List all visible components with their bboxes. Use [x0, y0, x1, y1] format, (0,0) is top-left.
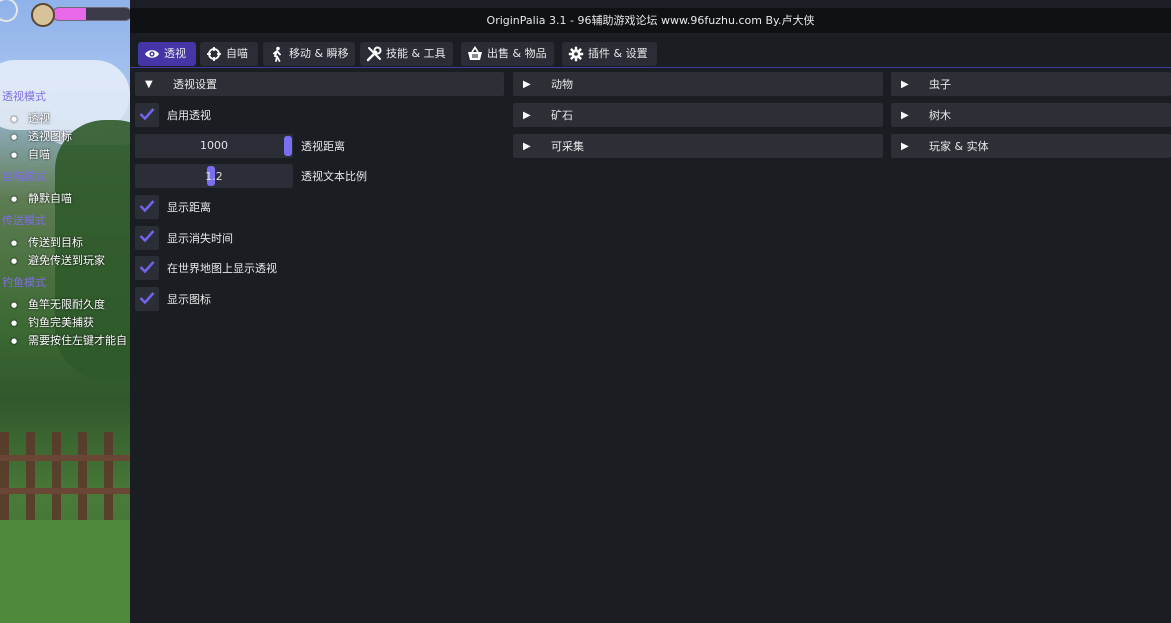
tab-label: 透视 — [164, 47, 186, 60]
tab-label: 自喵 — [226, 47, 248, 60]
overlay-item: 传送到目标 — [11, 234, 130, 252]
fence-rail — [0, 488, 130, 494]
checkmark-icon — [139, 229, 155, 246]
overlay-category-title: 传送模式 — [2, 214, 46, 227]
checkmark-icon — [139, 107, 155, 124]
esp-distance-slider[interactable]: 1000 — [135, 133, 293, 158]
enable-esp-checkbox[interactable] — [135, 103, 159, 127]
header-label: 虫子 — [929, 78, 951, 91]
tab-label: 出售 & 物品 — [487, 47, 547, 60]
overlay-item: 透视 — [11, 110, 130, 128]
menu-window: OriginPalia 3.1 - 96辅助游戏论坛 www.96fuzhu.c… — [130, 8, 1171, 623]
collapse-arrow-icon: ▶ — [901, 109, 909, 121]
header-label: 动物 — [551, 78, 573, 91]
enable-esp-label: 启用透视 — [167, 109, 211, 122]
overlay-item: 静默自喵 — [11, 190, 130, 208]
header-label: 可采集 — [551, 140, 584, 153]
overlay-list: 透视 透视图标 自喵 — [0, 110, 130, 164]
esp-distance-row: 1000 透视距离 — [135, 133, 504, 158]
tab-label: 移动 & 瞬移 — [289, 47, 349, 60]
tab-esp[interactable]: 透视 — [138, 42, 196, 66]
forageables-header[interactable]: ▶ 可采集 — [513, 134, 883, 158]
overlay-item: 自喵 — [11, 146, 130, 164]
checkmark-icon — [139, 260, 155, 277]
expand-arrow-icon: ▼ — [145, 78, 153, 90]
column-2: ▶ 动物 ▶ 矿石 ▶ 可采集 — [513, 72, 883, 165]
collapse-arrow-icon: ▶ — [523, 78, 531, 90]
players-entities-header[interactable]: ▶ 玩家 & 实体 — [891, 134, 1171, 158]
overlay-category-title: 自喵模式 — [2, 170, 46, 183]
trees-header[interactable]: ▶ 树木 — [891, 103, 1171, 127]
show-distance-label: 显示距离 — [167, 201, 211, 215]
show-distance-checkbox[interactable] — [135, 195, 159, 220]
feature-overlay: 透视模式 透视 透视图标 自喵 自喵模式 静默自喵 传送模式 传送到目标 避免传… — [0, 86, 130, 354]
show-icons-label: 显示图标 — [167, 293, 211, 307]
overlay-item: 鱼竿无限耐久度 — [11, 296, 130, 314]
show-despawn-checkbox[interactable] — [135, 225, 159, 250]
grass — [0, 520, 130, 623]
tab-skills[interactable]: 技能 & 工具 — [360, 42, 453, 66]
esp-settings-header[interactable]: ▼ 透视设置 — [135, 72, 504, 96]
header-label: 树木 — [929, 109, 951, 122]
eye-icon — [144, 46, 160, 62]
overlay-list: 鱼竿无限耐久度 钓鱼完美捕获 需要按住左键才能自 — [0, 296, 130, 350]
animals-header[interactable]: ▶ 动物 — [513, 72, 883, 96]
enable-esp-row: 启用透视 — [135, 103, 504, 127]
column-3: ▶ 虫子 ▶ 树木 ▶ 玩家 & 实体 — [891, 72, 1171, 165]
show-distance-row: 显示距离 — [135, 195, 504, 220]
tab-label: 技能 & 工具 — [386, 47, 446, 60]
hud-progress-bar — [52, 7, 132, 21]
tab-movement[interactable]: 移动 & 瞬移 — [263, 42, 355, 66]
slider-value: 1.2 — [205, 169, 223, 183]
tab-settings[interactable]: 插件 & 设置 — [562, 42, 657, 66]
overlay-item: 透视图标 — [11, 128, 130, 146]
overlay-category-title: 透视模式 — [2, 90, 46, 103]
header-label: 透视设置 — [173, 78, 217, 91]
overlay-item: 需要按住左键才能自 — [11, 332, 130, 350]
slider-value: 1000 — [200, 139, 228, 153]
collapse-arrow-icon: ▶ — [523, 109, 531, 121]
tab-aimbot[interactable]: 自喵 — [200, 42, 258, 66]
collapse-arrow-icon: ▶ — [901, 78, 909, 90]
esp-text-scale-label: 透视文本比例 — [301, 170, 367, 184]
fence-rail — [0, 455, 130, 461]
esp-settings-panel: ▼ 透视设置 启用透视 1000 透视距离 1.2 透视文本比例 显示距离 显示… — [135, 72, 504, 318]
show-despawn-row: 显示消失时间 — [135, 225, 504, 250]
header-label: 玩家 & 实体 — [929, 140, 989, 153]
window-title[interactable]: OriginPalia 3.1 - 96辅助游戏论坛 www.96fuzhu.c… — [130, 8, 1171, 33]
walking-icon — [269, 46, 285, 62]
tab-sell[interactable]: 出售 & 物品 — [461, 42, 554, 66]
player-avatar — [31, 3, 55, 27]
crosshair-icon — [206, 46, 222, 62]
checkmark-icon — [139, 291, 155, 308]
collapse-arrow-icon: ▶ — [901, 140, 909, 152]
show-despawn-label: 显示消失时间 — [167, 231, 233, 245]
esp-distance-label: 透视距离 — [301, 139, 345, 153]
gear-icon — [568, 46, 584, 62]
hud-progress-fill — [53, 8, 86, 20]
slider-grab[interactable] — [284, 135, 292, 156]
bugs-header[interactable]: ▶ 虫子 — [891, 72, 1171, 96]
ores-header[interactable]: ▶ 矿石 — [513, 103, 883, 127]
show-icons-row: 显示图标 — [135, 287, 504, 312]
show-on-map-row: 在世界地图上显示透视 — [135, 256, 504, 281]
tools-icon — [366, 46, 382, 62]
show-icons-checkbox[interactable] — [135, 287, 159, 312]
fence — [0, 432, 130, 522]
overlay-category-title: 钓鱼模式 — [2, 276, 46, 289]
show-on-map-label: 在世界地图上显示透视 — [167, 262, 277, 276]
tab-bar: 透视 自喵 移动 & 瞬移 技能 & 工具 出售 & 物品 插件 & 设置 — [130, 41, 1171, 68]
tab-label: 插件 & 设置 — [588, 47, 648, 60]
overlay-list: 传送到目标 避免传送到玩家 — [0, 234, 130, 270]
esp-text-scale-row: 1.2 透视文本比例 — [135, 164, 504, 189]
overlay-item: 避免传送到玩家 — [11, 252, 130, 270]
esp-text-scale-slider[interactable]: 1.2 — [135, 164, 293, 189]
checkmark-icon — [139, 199, 155, 216]
overlay-list: 静默自喵 — [0, 190, 130, 208]
basket-icon — [467, 46, 483, 62]
show-on-map-checkbox[interactable] — [135, 256, 159, 281]
collapse-arrow-icon: ▶ — [523, 140, 531, 152]
overlay-item: 钓鱼完美捕获 — [11, 314, 130, 332]
header-label: 矿石 — [551, 109, 573, 122]
